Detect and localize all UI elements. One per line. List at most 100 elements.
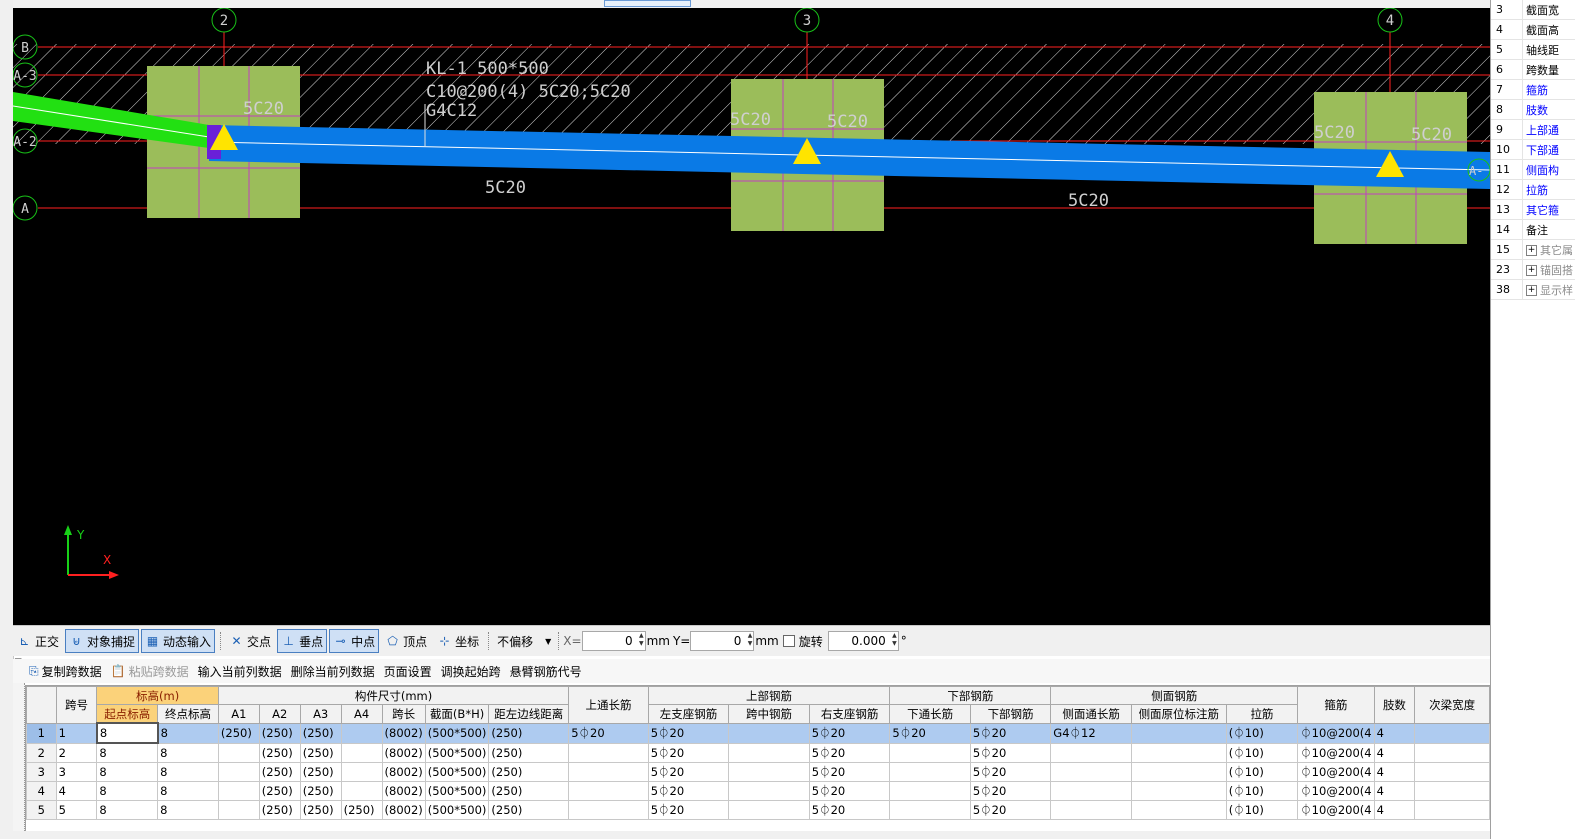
delete-column-button[interactable]: 删除当前列数据 bbox=[291, 663, 375, 680]
table-cell-side-orig[interactable] bbox=[1130, 781, 1227, 801]
col-header-stirrup[interactable]: 箍筋 bbox=[1297, 686, 1375, 724]
col-header-legs[interactable]: 肢数 bbox=[1373, 686, 1416, 724]
table-cell-a3[interactable]: (250) bbox=[299, 742, 342, 763]
table-cell-end[interactable]: 8 bbox=[157, 762, 219, 782]
table-cell-len[interactable]: (8002) bbox=[381, 762, 426, 782]
property-row[interactable]: 3 截面宽 bbox=[1491, 0, 1575, 20]
table-row[interactable]: 5 5 8 8 (250) (250) (250) (8002) (500*500) (250) 5… bbox=[26, 800, 1490, 820]
property-panel[interactable]: 3 截面宽 4 截面高 5 轴线距 6 跨数量 7 箍筋 8 肢数 9 上部通 10 下部通 11 侧面构 12 拉筋… bbox=[1490, 0, 1575, 839]
table-cell-edge[interactable]: (250) bbox=[488, 722, 570, 744]
dynamic-input-toggle[interactable]: ▦ 动态输入 bbox=[141, 629, 216, 653]
table-cell-sec-width[interactable] bbox=[1414, 742, 1490, 763]
expand-plus-icon[interactable]: + bbox=[1526, 245, 1537, 256]
col-header-span-length[interactable]: 跨长 bbox=[381, 704, 426, 724]
col-header-a3[interactable]: A3 bbox=[299, 704, 342, 724]
property-row[interactable]: 15 + 其它属 bbox=[1491, 239, 1575, 260]
spin-arrows-icon[interactable]: ▲ ▼ bbox=[639, 632, 644, 648]
property-row[interactable]: 8 肢数 bbox=[1491, 99, 1575, 120]
table-cell-len[interactable]: (8002) bbox=[381, 800, 426, 820]
spin-arrows-icon[interactable]: ▲ ▼ bbox=[748, 632, 753, 648]
expand-plus-icon[interactable]: + bbox=[1526, 285, 1537, 296]
table-cell-end[interactable]: 8 bbox=[157, 800, 219, 820]
table-cell-stirrup[interactable]: ⏀10@200(4 bbox=[1297, 742, 1375, 763]
property-row[interactable]: 7 箍筋 bbox=[1491, 79, 1575, 100]
table-cell-a1[interactable] bbox=[217, 781, 260, 801]
property-row[interactable]: 5 轴线距 bbox=[1491, 39, 1575, 60]
col-header-mid-span[interactable]: 跨中钢筋 bbox=[728, 704, 810, 724]
table-cell-side-through[interactable] bbox=[1050, 762, 1132, 782]
col-header-side-original[interactable]: 侧面原位标注筋 bbox=[1130, 704, 1227, 724]
table-cell-mid[interactable] bbox=[728, 722, 810, 744]
table-cell-top-through[interactable] bbox=[568, 781, 649, 801]
swap-start-span-button[interactable]: 调换起始跨 bbox=[441, 663, 501, 680]
table-cell-sec[interactable]: (500*500) bbox=[424, 722, 490, 744]
table-cell-top-through[interactable] bbox=[568, 800, 649, 820]
property-row[interactable]: 13 其它箍 bbox=[1491, 199, 1575, 220]
table-cell-mid[interactable] bbox=[728, 762, 810, 782]
x-input[interactable] bbox=[581, 631, 646, 651]
copy-span-button[interactable]: ⎘ 复制跨数据 bbox=[29, 663, 102, 680]
table-cell-side-orig[interactable] bbox=[1130, 800, 1227, 820]
table-cell-top-through[interactable] bbox=[568, 742, 649, 763]
col-header-top-through[interactable]: 上通长筋 bbox=[568, 686, 649, 724]
table-cell-a3[interactable]: (250) bbox=[299, 762, 342, 782]
property-row[interactable]: 14 备注 bbox=[1491, 219, 1575, 240]
row-header[interactable]: 5 bbox=[26, 800, 57, 820]
col-header-right-support[interactable]: 右支座钢筋 bbox=[808, 704, 891, 724]
table-cell-bot[interactable]: 5⏀20 bbox=[969, 800, 1052, 820]
table-cell-a1[interactable] bbox=[217, 742, 260, 763]
table-cell-edge[interactable]: (250) bbox=[488, 800, 570, 820]
rotate-checkbox[interactable] bbox=[782, 635, 795, 647]
table-cell-end[interactable]: 8 bbox=[157, 781, 219, 801]
table-cell-stirrup[interactable]: ⏀10@200(4 bbox=[1297, 722, 1375, 744]
table-cell-side-orig[interactable] bbox=[1130, 742, 1227, 763]
col-header-side-rebar[interactable]: 侧面钢筋 bbox=[1050, 686, 1299, 705]
table-cell-bot[interactable]: 5⏀20 bbox=[969, 722, 1052, 744]
table-cell-bot-through[interactable] bbox=[889, 742, 971, 763]
table-cell-left[interactable]: 5⏀20 bbox=[647, 762, 730, 782]
property-row[interactable]: 38 + 显示样 bbox=[1491, 279, 1575, 300]
rotate-input[interactable] bbox=[827, 631, 899, 651]
table-cell-a4[interactable] bbox=[340, 762, 383, 782]
property-row[interactable]: 23 + 锚固搭 bbox=[1491, 259, 1575, 280]
table-cell-left[interactable]: 5⏀20 bbox=[647, 800, 730, 820]
table-cell-start[interactable]: 8 bbox=[96, 781, 159, 801]
midpoint-snap[interactable]: ⊸ 中点 bbox=[329, 629, 380, 653]
table-cell-len[interactable]: (8002) bbox=[381, 722, 426, 744]
property-row[interactable]: 9 上部通 bbox=[1491, 119, 1575, 140]
table-cell-mid[interactable] bbox=[728, 742, 810, 763]
page-setup-button[interactable]: 页面设置 bbox=[384, 663, 432, 680]
intersection-snap[interactable]: ✕ 交点 bbox=[225, 629, 275, 653]
col-header-span-no[interactable]: 跨号 bbox=[55, 686, 98, 724]
col-header-a4[interactable]: A4 bbox=[340, 704, 383, 724]
col-header-end-elev[interactable]: 终点标高 bbox=[157, 704, 219, 724]
property-table[interactable]: 3 截面宽 4 截面高 5 轴线距 6 跨数量 7 箍筋 8 肢数 9 上部通 10 下部通 11 侧面构 12 拉筋… bbox=[1491, 0, 1575, 300]
table-cell-side-orig[interactable] bbox=[1130, 762, 1227, 782]
table-cell-a3[interactable]: (250) bbox=[299, 800, 342, 820]
col-header-section[interactable]: 截面(B*H) bbox=[424, 704, 490, 724]
corner-cell[interactable] bbox=[26, 686, 57, 724]
table-cell-sec[interactable]: (500*500) bbox=[424, 800, 490, 820]
table-cell-end[interactable]: 8 bbox=[157, 742, 219, 763]
table-cell-bot[interactable]: 5⏀20 bbox=[969, 781, 1052, 801]
object-snap-toggle[interactable]: ⊌ 对象捕捉 bbox=[65, 629, 140, 653]
table-cell-span[interactable]: 2 bbox=[55, 742, 98, 763]
table-cell-stirrup[interactable]: ⏀10@200(4 bbox=[1297, 781, 1375, 801]
table-cell-left[interactable]: 5⏀20 bbox=[647, 742, 730, 763]
table-cell-mid[interactable] bbox=[728, 800, 810, 820]
table-cell-a3[interactable]: (250) bbox=[299, 722, 342, 744]
row-header[interactable]: 3 bbox=[26, 762, 57, 782]
col-header-bottom-through[interactable]: 下通长筋 bbox=[889, 704, 971, 724]
y-stepper[interactable]: ▲▼ bbox=[690, 631, 755, 651]
col-header-secondary-width[interactable]: 次梁宽度 bbox=[1414, 686, 1490, 724]
col-header-a1[interactable]: A1 bbox=[217, 704, 260, 724]
table-cell-legs[interactable]: 4 bbox=[1373, 742, 1416, 763]
table-cell-top-through[interactable]: 5⏀20 bbox=[568, 722, 649, 744]
table-cell-a1[interactable]: (250) bbox=[217, 722, 260, 744]
table-cell-sec-width[interactable] bbox=[1414, 762, 1490, 782]
table-cell-a1[interactable] bbox=[217, 800, 260, 820]
table-cell-stirrup[interactable]: ⏀10@200(4 bbox=[1297, 762, 1375, 782]
table-cell-side-through[interactable] bbox=[1050, 800, 1132, 820]
table-cell-bot-through[interactable] bbox=[889, 762, 971, 782]
input-column-button[interactable]: 输入当前列数据 bbox=[198, 663, 282, 680]
